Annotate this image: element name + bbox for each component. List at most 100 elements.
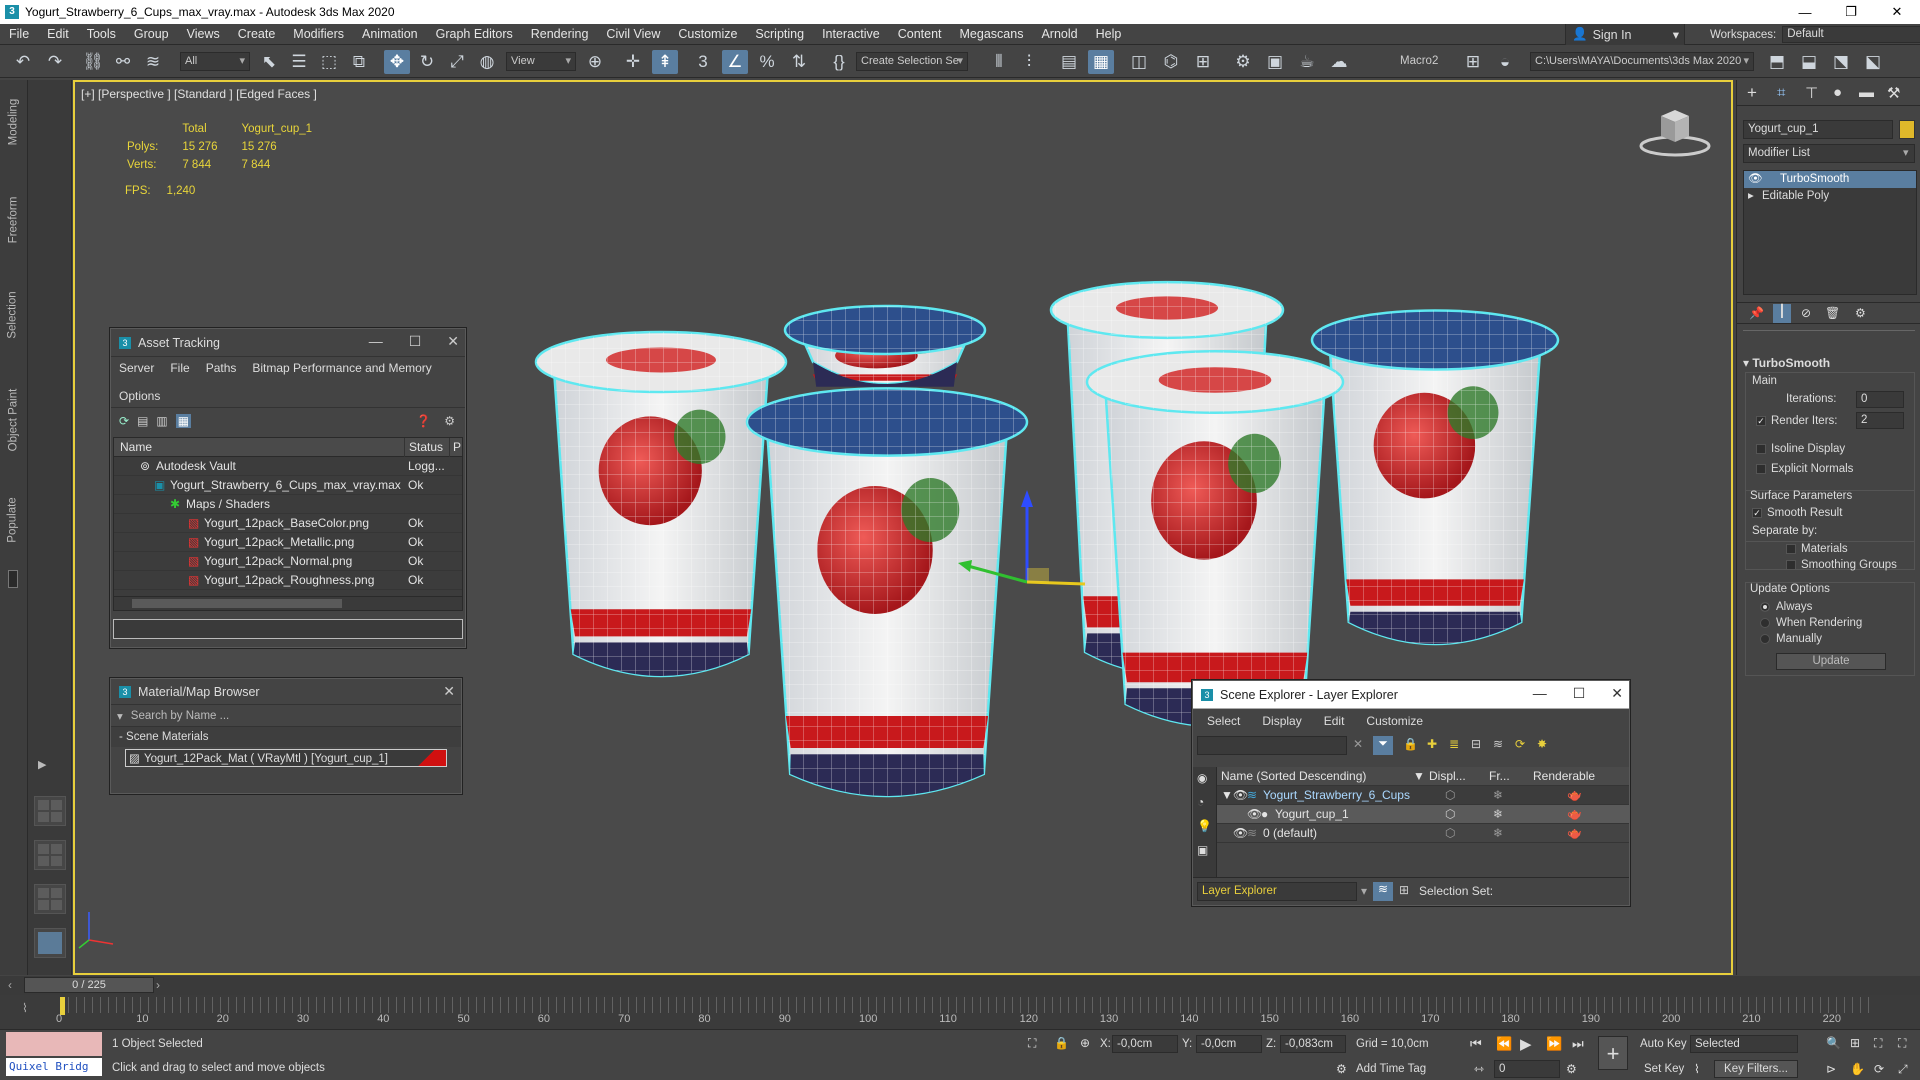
col-status[interactable]: Status bbox=[404, 438, 443, 457]
smoothing-groups-checkbox[interactable]: Smoothing Groups bbox=[1786, 559, 1897, 571]
close-icon[interactable]: ✕ bbox=[443, 683, 455, 700]
layer-stack-icon[interactable]: ≋ bbox=[1493, 737, 1503, 751]
layer-tools-icon[interactable]: ⊟ bbox=[1471, 737, 1481, 751]
modifier-list-dropdown[interactable]: Modifier List bbox=[1743, 144, 1915, 163]
maximize-viewport-icon[interactable]: ⤢ bbox=[1898, 1062, 1908, 1077]
project-open-icon[interactable]: ⬔ bbox=[1828, 50, 1854, 74]
menu-group[interactable]: Group bbox=[125, 24, 178, 45]
tab-populate[interactable]: Populate bbox=[3, 480, 23, 560]
macro-label[interactable]: Macro2 bbox=[1400, 52, 1438, 71]
display-icon[interactable]: ⬡ bbox=[1445, 824, 1455, 843]
tab-modeling[interactable]: Modeling bbox=[3, 90, 23, 154]
pan-icon[interactable]: ✋ bbox=[1850, 1062, 1865, 1076]
col-freeze[interactable]: Fr... bbox=[1489, 767, 1510, 786]
key-filters-button[interactable]: Key Filters... bbox=[1714, 1060, 1798, 1078]
restore-icon[interactable]: ❐ bbox=[1828, 0, 1874, 24]
sort-by-hierarchy-icon[interactable]: ◉ bbox=[1197, 771, 1207, 785]
pin-stack-icon[interactable]: 📌 bbox=[1749, 306, 1764, 320]
next-key-icon[interactable]: ⏩ bbox=[1546, 1036, 1562, 1052]
play-icon[interactable]: ▶ bbox=[1520, 1035, 1532, 1053]
render-setup-icon[interactable]: ⚙ bbox=[1230, 50, 1256, 74]
minimize-icon[interactable]: — bbox=[1782, 0, 1828, 24]
add-time-tag[interactable]: Add Time Tag bbox=[1356, 1063, 1426, 1075]
current-frame-field[interactable]: 0 bbox=[1494, 1060, 1560, 1078]
menu-views[interactable]: Views bbox=[178, 24, 229, 45]
asset-menu-server[interactable]: Server bbox=[119, 361, 154, 375]
pivot-icon[interactable]: ⊕ bbox=[582, 50, 608, 74]
update-always-radio[interactable]: Always bbox=[1760, 601, 1812, 613]
absolute-mode-icon[interactable]: ⊕ bbox=[1080, 1036, 1090, 1050]
edit-named-selection-icon[interactable]: {} bbox=[826, 50, 852, 74]
filter-icon[interactable]: ⏷ bbox=[1373, 736, 1393, 755]
tab-selection[interactable]: Selection bbox=[3, 270, 23, 360]
clear-search-icon[interactable]: ✕ bbox=[1353, 737, 1363, 751]
time-config-icon[interactable]: ⚙ bbox=[1566, 1062, 1577, 1076]
zoom-extents-icon[interactable]: ⛶ bbox=[1874, 1036, 1882, 1051]
freeze-icon[interactable]: ❄ bbox=[1493, 805, 1503, 824]
asset-menu-options[interactable]: Options bbox=[119, 389, 160, 403]
configure-modifier-sets-icon[interactable]: ⚙ bbox=[1855, 306, 1866, 320]
remove-modifier-icon[interactable]: 🗑 bbox=[1825, 306, 1840, 320]
select-children-icon[interactable]: ⟳ bbox=[1515, 737, 1525, 751]
eye-icon[interactable]: 👁 bbox=[1748, 173, 1763, 185]
lock-icon[interactable]: 🔒 bbox=[1403, 737, 1418, 751]
menu-file[interactable]: File bbox=[0, 24, 38, 45]
key-tangent-icon[interactable]: ⌇ bbox=[1694, 1062, 1700, 1076]
isoline-display-checkbox[interactable]: Isoline Display bbox=[1756, 443, 1845, 455]
project-settings-icon[interactable]: ⬓ bbox=[1796, 50, 1822, 74]
table-row[interactable]: ▣ Yogurt_Strawberry_6_Cups_max_vray.max Ok bbox=[114, 476, 462, 495]
yogurt-cup[interactable] bbox=[745, 387, 1029, 798]
scale-icon[interactable]: ⤢ bbox=[444, 50, 470, 74]
sign-in-dropdown[interactable]: 👤 Sign In ▾ bbox=[1565, 24, 1685, 45]
asset-tracking-titlebar[interactable]: 3 Asset Tracking — ☐ ✕ bbox=[111, 329, 465, 357]
make-unique-icon[interactable]: ⊘ bbox=[1801, 306, 1811, 320]
menu-edit[interactable]: Edit bbox=[38, 24, 78, 45]
utilities-tab-icon[interactable]: ⚒ bbox=[1887, 84, 1900, 102]
minimize-icon[interactable]: — bbox=[369, 333, 383, 350]
menu-interactive[interactable]: Interactive bbox=[813, 24, 889, 45]
update-when-rendering-radio[interactable]: When Rendering bbox=[1760, 617, 1862, 629]
motion-tab-icon[interactable]: ● bbox=[1833, 84, 1842, 101]
mirror-icon[interactable]: ⫴ bbox=[986, 50, 1012, 74]
time-tag-icon[interactable]: ⚙ bbox=[1336, 1062, 1347, 1076]
schematic-view-icon[interactable]: ⌬ bbox=[1158, 50, 1184, 74]
curve-editor-mini-icon[interactable]: ⌇ bbox=[22, 1001, 28, 1015]
bind-space-warp-icon[interactable]: ≋ bbox=[140, 50, 166, 74]
tab-freeform[interactable]: Freeform bbox=[3, 180, 23, 260]
yogurt-cup[interactable] bbox=[1310, 309, 1560, 646]
key-set-dropdown[interactable]: Selected bbox=[1690, 1035, 1798, 1053]
percent-snap-icon[interactable]: % bbox=[754, 50, 780, 74]
rect-selection-icon[interactable]: ⬚ bbox=[316, 50, 342, 74]
menu-content[interactable]: Content bbox=[889, 24, 951, 45]
keyboard-shortcut-override-icon[interactable]: ⇞ bbox=[652, 50, 678, 74]
material-item[interactable]: ▨ Yogurt_12Pack_Mat ( VRayMtl ) [Yogurt_… bbox=[125, 749, 447, 767]
set-key-button[interactable]: Set Key bbox=[1644, 1063, 1684, 1075]
help-icon[interactable]: ❓ bbox=[416, 414, 431, 428]
key-mode-icon[interactable]: ⇿ bbox=[1474, 1062, 1484, 1076]
show-end-result-icon[interactable]: ┃ bbox=[1773, 304, 1791, 323]
window-crossing-icon[interactable]: ⧉ bbox=[346, 50, 372, 74]
col-name[interactable]: Name bbox=[120, 438, 152, 457]
layer-row-default[interactable]: 👁 ≋ 0 (default) ⬡ ❄ 🫖 bbox=[1217, 824, 1629, 843]
light-icon[interactable]: 💡 bbox=[1197, 819, 1212, 833]
maxscript-listener[interactable] bbox=[6, 1032, 102, 1056]
add-to-layer-icon[interactable]: ≣ bbox=[1449, 737, 1459, 751]
layer-toggle-icon[interactable]: ≋ bbox=[1373, 882, 1393, 901]
rendered-frame-window-icon[interactable]: ▣ bbox=[1262, 50, 1288, 74]
project-export-icon[interactable]: ⬕ bbox=[1860, 50, 1886, 74]
menu-scripting[interactable]: Scripting bbox=[746, 24, 813, 45]
menu-help[interactable]: Help bbox=[1087, 24, 1131, 45]
place-icon[interactable]: ◍ bbox=[474, 50, 500, 74]
turbosmooth-rollout-title[interactable]: ▾ TurboSmooth bbox=[1743, 356, 1830, 370]
smooth-result-checkbox[interactable]: ✓ Smooth Result bbox=[1752, 507, 1842, 519]
stack-item-turbosmooth[interactable]: 👁 TurboSmooth bbox=[1744, 171, 1916, 188]
refresh-icon[interactable]: ⟳ bbox=[119, 414, 129, 428]
create-tab-icon[interactable]: + bbox=[1747, 83, 1757, 103]
isolate-selection-icon[interactable]: ⛶ bbox=[1028, 1036, 1036, 1051]
tab-object-paint[interactable]: Object Paint bbox=[3, 370, 23, 470]
renderable-teapot-icon[interactable]: 🫖 bbox=[1567, 805, 1582, 824]
quixel-bridge-field[interactable]: Quixel Bridg bbox=[6, 1058, 102, 1076]
zoom-extents-all-icon[interactable]: ⛶ bbox=[1898, 1036, 1906, 1051]
selection-set-icon[interactable]: ⊞ bbox=[1399, 883, 1409, 897]
object-name-field[interactable]: Yogurt_cup_1 bbox=[1743, 120, 1893, 139]
